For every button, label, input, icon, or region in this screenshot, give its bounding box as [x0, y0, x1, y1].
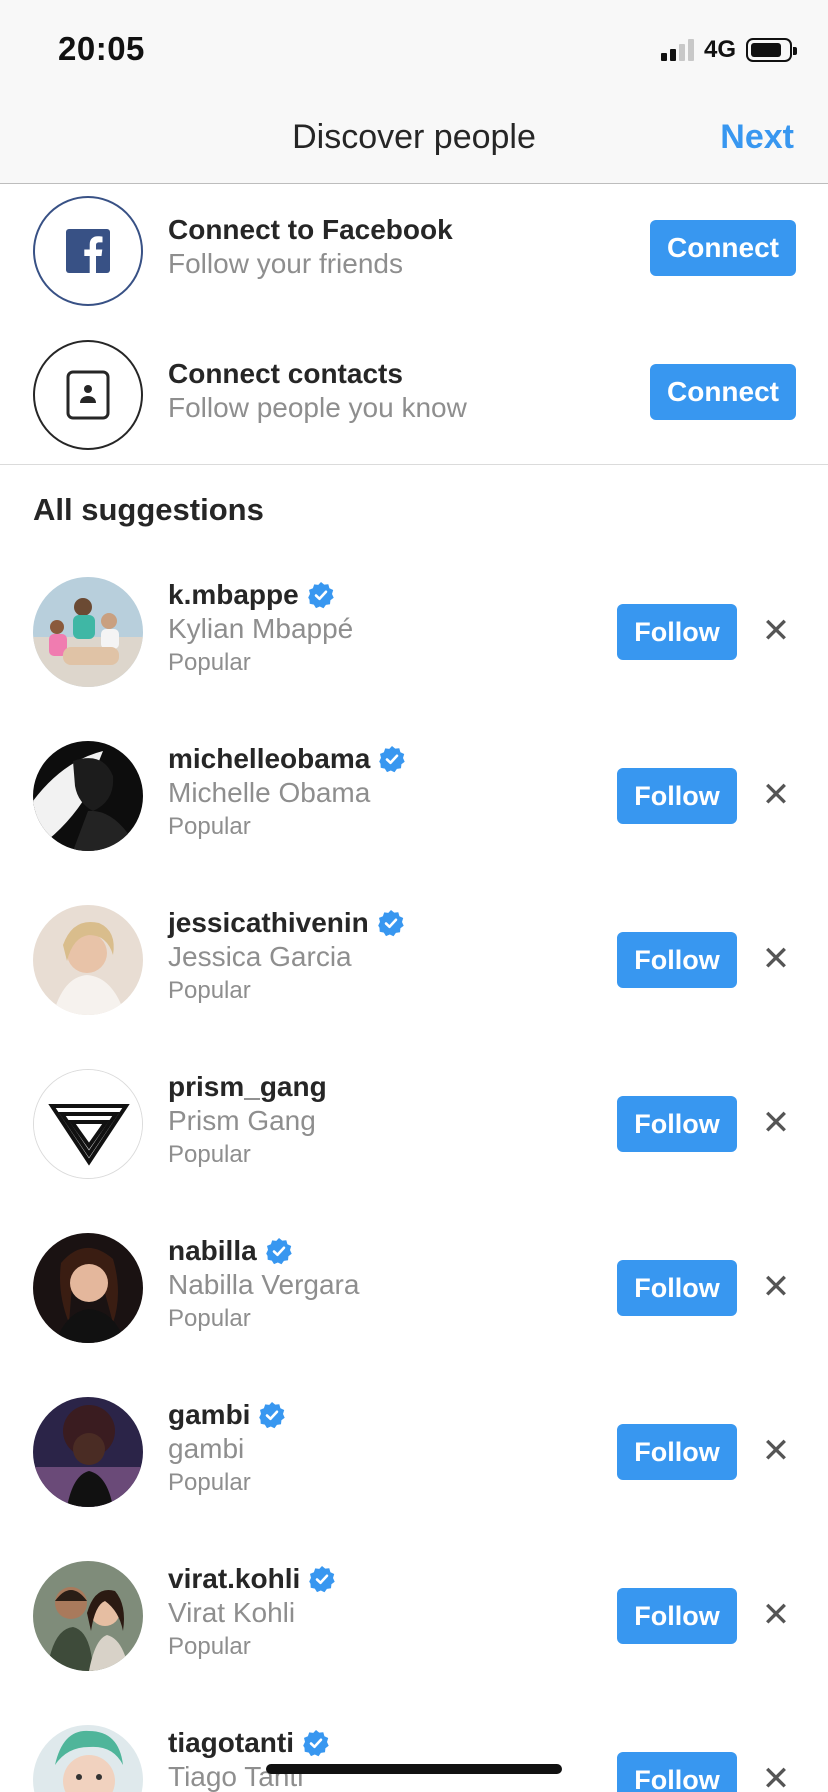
follow-button[interactable]: Follow: [617, 1588, 737, 1644]
suggestion-reason: Popular: [168, 813, 251, 840]
avatar[interactable]: [33, 1397, 143, 1507]
username-text: tiagotanti: [168, 1727, 294, 1758]
follow-button[interactable]: Follow: [617, 932, 737, 988]
verified-badge-icon: [265, 1238, 292, 1265]
suggestion-reason: Popular: [168, 1141, 251, 1168]
verified-badge-icon: [307, 582, 334, 609]
dismiss-icon[interactable]: ✕: [760, 939, 792, 979]
connect-contacts-subtitle: Follow people you know: [168, 392, 467, 423]
avatar[interactable]: [33, 741, 143, 851]
next-button[interactable]: Next: [720, 118, 794, 157]
suggestion-reason: Popular: [168, 977, 251, 1004]
suggestion-row: prism_gang Prism Gang Popular Follow ✕: [0, 1069, 828, 1233]
connect-facebook-row: Connect to Facebook Follow your friends …: [0, 190, 828, 310]
username[interactable]: virat.kohli: [168, 1563, 336, 1595]
suggestion-row: k.mbappe Kylian Mbappé Popular Follow ✕: [0, 577, 828, 741]
status-time: 20:05: [58, 30, 145, 67]
username[interactable]: michelleobama: [168, 743, 406, 775]
page-title: Discover people: [292, 118, 536, 156]
connect-contacts-row: Connect contacts Follow people you know …: [0, 334, 828, 454]
full-name: Prism Gang: [168, 1105, 316, 1136]
suggestion-reason: Popular: [168, 1633, 251, 1660]
dismiss-icon[interactable]: ✕: [760, 1267, 792, 1307]
status-indicators: 4G: [660, 36, 797, 64]
follow-button[interactable]: Follow: [617, 1424, 737, 1480]
username-text: nabilla: [168, 1235, 257, 1266]
follow-button[interactable]: Follow: [617, 1260, 737, 1316]
username-text: michelleobama: [168, 743, 371, 774]
suggestion-row: michelleobama Michelle Obama Popular Fol…: [0, 741, 828, 905]
username[interactable]: prism_gang: [168, 1071, 327, 1103]
suggestion-row: jessicathivenin Jessica Garcia Popular F…: [0, 905, 828, 1069]
dismiss-icon[interactable]: ✕: [760, 611, 792, 651]
avatar[interactable]: [33, 1069, 143, 1179]
full-name: Virat Kohli: [168, 1597, 296, 1628]
verified-badge-icon: [377, 910, 404, 937]
top-bar: 20:05 4G Discover people Next: [0, 0, 828, 184]
network-type: 4G: [703, 36, 736, 63]
follow-button[interactable]: Follow: [617, 768, 737, 824]
connect-facebook-button[interactable]: Connect: [650, 220, 796, 276]
connect-facebook-subtitle: Follow your friends: [168, 248, 403, 279]
suggestion-row: gambi gambi Popular Follow ✕: [0, 1397, 828, 1561]
connect-contacts-button[interactable]: Connect: [650, 364, 796, 420]
dismiss-icon[interactable]: ✕: [760, 775, 792, 815]
username-text: k.mbappe: [168, 579, 299, 610]
verified-badge-icon: [303, 1730, 329, 1757]
avatar[interactable]: [33, 1725, 143, 1792]
avatar[interactable]: [33, 577, 143, 687]
all-suggestions-heading: All suggestions: [33, 492, 264, 527]
suggestion-row: nabilla Nabilla Vergara Popular Follow ✕: [0, 1233, 828, 1397]
signal-icon: [660, 39, 694, 61]
dismiss-icon[interactable]: ✕: [760, 1759, 792, 1792]
username[interactable]: jessicathivenin: [168, 907, 405, 939]
username[interactable]: nabilla: [168, 1235, 293, 1267]
contacts-icon: [33, 340, 143, 450]
dismiss-icon[interactable]: ✕: [760, 1595, 792, 1635]
full-name: Michelle Obama: [168, 777, 371, 808]
suggestion-reason: Popular: [168, 1305, 251, 1332]
verified-badge-icon: [259, 1402, 286, 1429]
username-text: gambi: [168, 1399, 251, 1430]
full-name: Nabilla Vergara: [168, 1269, 360, 1300]
suggestion-row: tiagotanti Tiago Tanti Follow ✕: [0, 1725, 828, 1792]
follow-button[interactable]: Follow: [617, 1096, 737, 1152]
section-divider: [0, 464, 828, 465]
avatar[interactable]: [33, 1233, 143, 1343]
verified-badge-icon: [309, 1566, 335, 1593]
full-name: Kylian Mbappé: [168, 613, 354, 644]
connect-contacts-title: Connect contacts: [168, 358, 403, 389]
suggestion-row: virat.kohli Virat Kohli Popular Follow ✕: [0, 1561, 828, 1725]
suggestion-reason: Popular: [168, 649, 251, 676]
dismiss-icon[interactable]: ✕: [760, 1431, 792, 1471]
dismiss-icon[interactable]: ✕: [760, 1103, 792, 1143]
suggestion-reason: Popular: [168, 1469, 251, 1496]
facebook-icon: [33, 196, 143, 306]
home-indicator[interactable]: [266, 1764, 562, 1774]
battery-icon: [746, 38, 797, 62]
username-text: virat.kohli: [168, 1563, 301, 1594]
full-name: Jessica Garcia: [168, 941, 352, 972]
full-name: gambi: [168, 1433, 245, 1464]
username[interactable]: tiagotanti: [168, 1727, 330, 1759]
username[interactable]: gambi: [168, 1399, 286, 1431]
follow-button[interactable]: Follow: [617, 1752, 737, 1792]
follow-button[interactable]: Follow: [617, 604, 737, 660]
username[interactable]: k.mbappe: [168, 579, 335, 611]
avatar[interactable]: [33, 905, 143, 1015]
verified-badge-icon: [379, 746, 406, 773]
username-text: prism_gang: [168, 1071, 327, 1102]
username-text: jessicathivenin: [168, 907, 369, 938]
avatar[interactable]: [33, 1561, 143, 1671]
connect-facebook-title: Connect to Facebook: [168, 214, 453, 245]
